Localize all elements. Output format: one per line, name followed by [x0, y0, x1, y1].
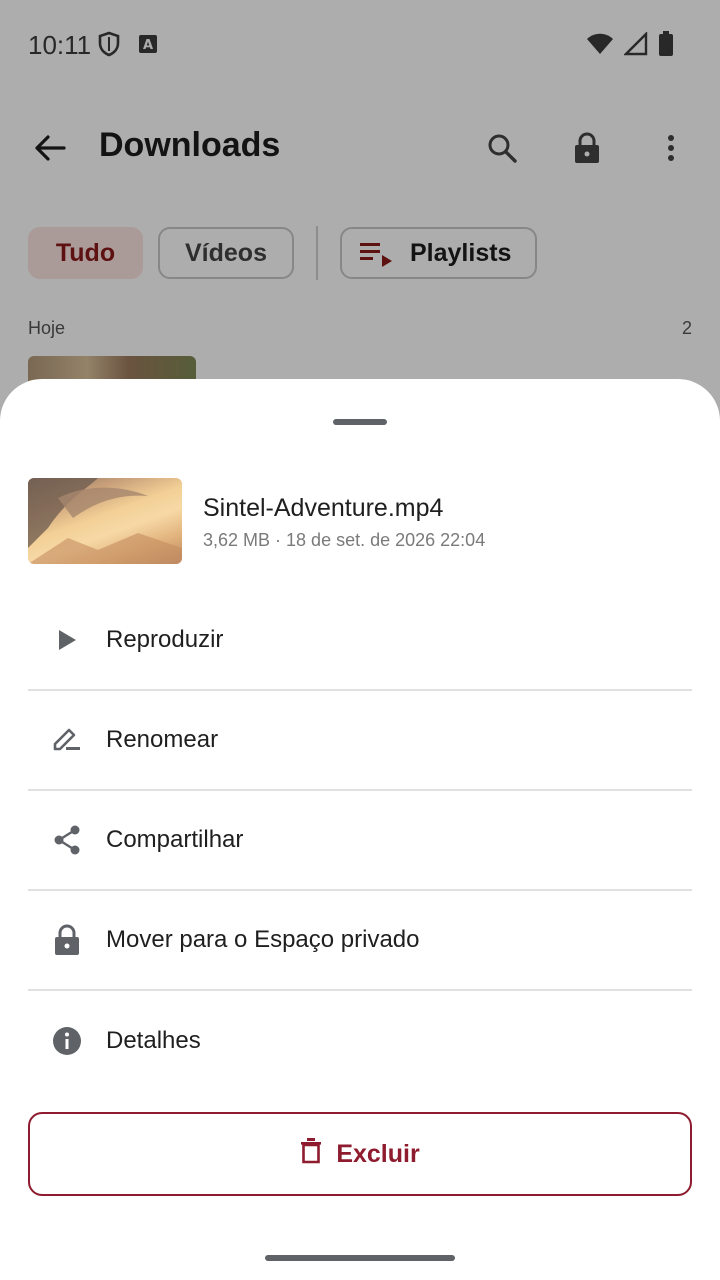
delete-label: Excluir: [336, 1139, 420, 1168]
share-action[interactable]: Compartilhar: [28, 791, 692, 891]
menu-label: Renomear: [106, 726, 219, 753]
menu-label: Reproduzir: [106, 626, 224, 653]
play-action[interactable]: Reproduzir: [28, 591, 692, 691]
play-icon: [50, 623, 84, 657]
rename-icon: [50, 723, 84, 757]
trash-icon: [300, 1137, 322, 1171]
gesture-nav-handle[interactable]: [265, 1255, 455, 1261]
menu-label: Compartilhar: [106, 826, 244, 853]
share-icon: [50, 823, 84, 857]
menu-label: Mover para o Espaço privado: [106, 926, 420, 953]
lock-icon: [50, 923, 84, 957]
menu-label: Detalhes: [106, 1027, 201, 1054]
info-icon: [50, 1024, 84, 1058]
move-to-private-action[interactable]: Mover para o Espaço privado: [28, 891, 692, 991]
drag-handle[interactable]: [333, 419, 387, 425]
file-thumbnail: [28, 478, 182, 564]
actions-menu: Reproduzir Renomear Compartilhar Mover p…: [28, 591, 692, 1091]
rename-action[interactable]: Renomear: [28, 691, 692, 791]
file-header: Sintel-Adventure.mp4 3,62 MB · 18 de set…: [28, 478, 692, 564]
details-action[interactable]: Detalhes: [28, 991, 692, 1091]
file-name: Sintel-Adventure.mp4: [203, 494, 444, 522]
file-meta: 3,62 MB · 18 de set. de 2026 22:04: [203, 530, 486, 550]
bottom-sheet: Sintel-Adventure.mp4 3,62 MB · 18 de set…: [0, 379, 720, 1280]
delete-button[interactable]: Excluir: [28, 1112, 692, 1196]
